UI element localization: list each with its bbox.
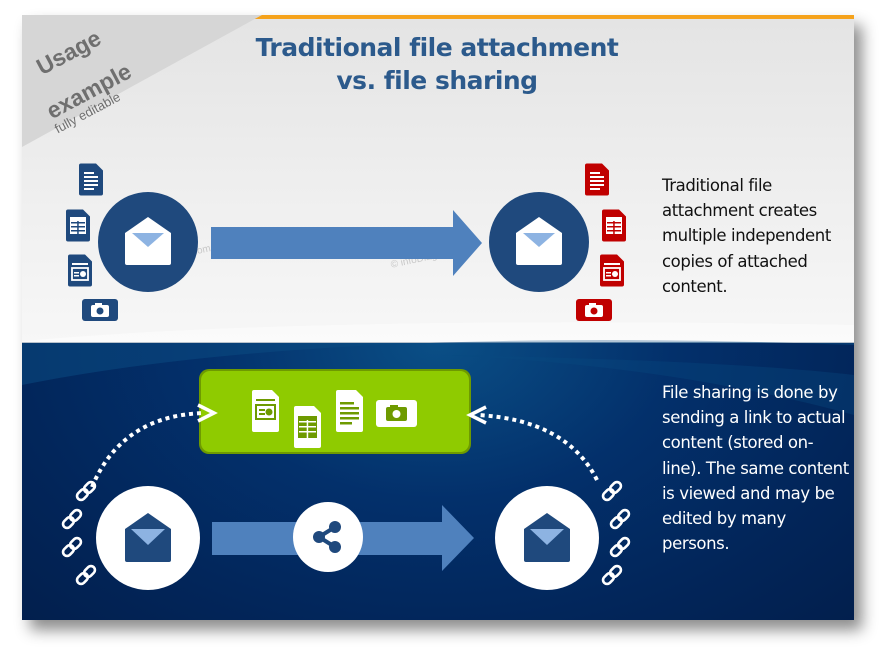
upload-dotted-arrow	[90, 403, 218, 488]
link-icons-right	[601, 480, 631, 586]
shared-spreadsheet-icon	[294, 406, 321, 448]
link-icon	[601, 564, 623, 586]
link-icon	[61, 508, 83, 530]
link-icon	[75, 564, 97, 586]
link-icons-left	[61, 480, 97, 586]
shared-document-icon	[336, 390, 363, 432]
share-icon	[293, 502, 363, 572]
link-icon	[601, 480, 623, 502]
link-icon	[609, 508, 631, 530]
shared-camera-icon	[376, 400, 417, 427]
traditional-description: Traditional file attachment creates mult…	[662, 176, 831, 296]
online-storage-box	[199, 369, 471, 454]
recipient-shared-mail-circle	[495, 486, 599, 590]
shared-presentation-icon	[252, 390, 279, 432]
slide: Usage example fully editable Traditional…	[22, 15, 854, 620]
link-icon	[609, 536, 631, 558]
sender-shared-mail-circle	[96, 486, 200, 590]
link-icon	[61, 536, 83, 558]
download-dotted-arrow	[466, 405, 599, 481]
sharing-description: File sharing is done by sending a link t…	[662, 383, 849, 554]
link-icon	[75, 480, 97, 502]
